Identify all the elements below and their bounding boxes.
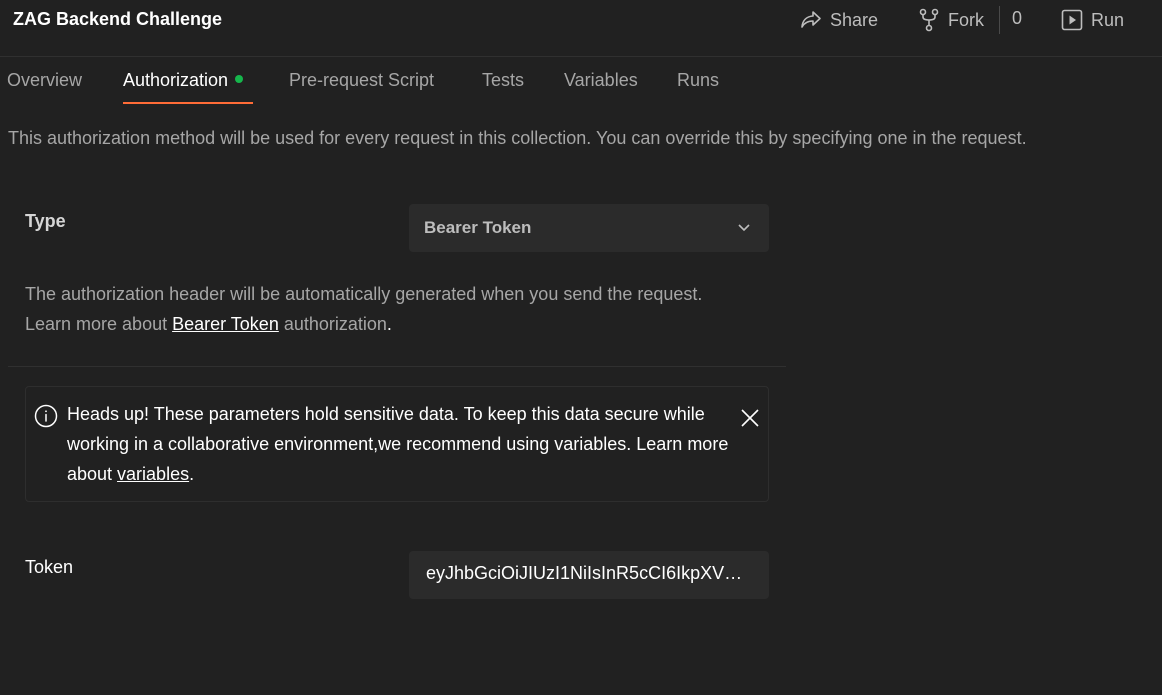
fork-button[interactable]: Fork: [918, 8, 984, 32]
run-label: Run: [1091, 9, 1125, 30]
auth-type-value: Bearer Token: [424, 218, 532, 237]
fork-icon: [918, 8, 940, 32]
tab-authorization-label: Authorization: [123, 70, 229, 90]
fork-count[interactable]: 0: [1012, 8, 1022, 29]
tab-tests[interactable]: Tests: [482, 70, 524, 91]
auth-description-line2: Learn more about Bearer Token authorizat…: [25, 309, 785, 339]
fork-label: Fork: [948, 9, 984, 30]
type-label: Type: [25, 211, 66, 231]
tab-pre-request-script[interactable]: Pre-request Script: [289, 70, 434, 91]
token-value[interactable]: eyJhbGciOiJIUzI1NiIsInR5cCI6IkpXVCJ9: [426, 563, 754, 584]
share-button[interactable]: Share: [800, 8, 878, 32]
run-button[interactable]: Run: [1061, 8, 1124, 32]
section-divider: [8, 366, 786, 367]
learn-more-prefix: Learn more about: [25, 314, 173, 334]
learn-more-suffix: authorization: [278, 314, 387, 334]
tab-authorization[interactable]: Authorization: [123, 70, 244, 91]
auth-intro-text: This authorization method will be used f…: [8, 128, 1027, 148]
auth-description: The authorization header will be automat…: [25, 279, 785, 339]
sensitive-data-alert: Heads up! These parameters hold sensitiv…: [25, 386, 769, 502]
share-icon: [800, 10, 822, 30]
close-icon[interactable]: [740, 408, 760, 433]
collection-title: ZAG Backend Challenge: [13, 9, 223, 29]
run-icon: [1061, 9, 1083, 31]
token-label: Token: [25, 557, 74, 577]
chevron-down-icon: [737, 220, 751, 239]
auth-type-select[interactable]: Bearer Token: [409, 204, 769, 252]
bearer-token-link[interactable]: Bearer Token: [172, 314, 279, 334]
info-icon: [34, 404, 58, 433]
learn-more-period: .: [386, 314, 392, 334]
tab-variables[interactable]: Variables: [564, 70, 638, 91]
alert-suffix: .: [189, 464, 195, 484]
tab-runs[interactable]: Runs: [677, 70, 719, 91]
share-label: Share: [830, 9, 879, 30]
fork-divider: [999, 6, 1000, 34]
modified-status-dot: [235, 75, 244, 84]
active-tab-indicator: [123, 102, 253, 104]
variables-link[interactable]: variables: [117, 464, 189, 484]
token-input[interactable]: eyJhbGciOiJIUzI1NiIsInR5cCI6IkpXVCJ9: [409, 551, 769, 599]
tab-overview[interactable]: Overview: [7, 70, 82, 91]
collection-header: ZAG Backend Challenge Share Fork 0 Run: [0, 0, 1162, 57]
auth-description-line1: The authorization header will be automat…: [25, 284, 703, 304]
collection-tabs: Overview Authorization Pre-request Scrip…: [0, 60, 1162, 106]
alert-message: Heads up! These parameters hold sensitiv…: [67, 399, 732, 489]
